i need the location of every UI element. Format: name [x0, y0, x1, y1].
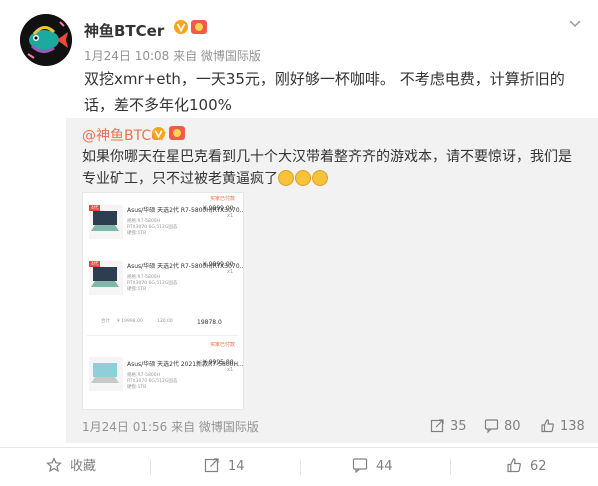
forward-button[interactable]: 14 — [204, 451, 245, 483]
laugh-cry-emoji-icon — [295, 170, 311, 186]
laugh-cry-emoji-icon — [278, 170, 294, 186]
share-icon — [204, 458, 219, 473]
subtotal-amount: ¥ 19998.00 — [117, 319, 143, 324]
order-subtotal: 合计 ¥ 19998.00 120.00 19878.0 — [87, 315, 239, 336]
repost-forward-count[interactable]: 35 — [430, 418, 467, 434]
order-screenshot-image[interactable]: 买家已付款 4代 Asus/华硕 天选2代 R7-5800H/RTX3070..… — [82, 192, 244, 410]
forward-count: 14 — [228, 459, 245, 474]
subtotal-qty: 120.00 — [157, 319, 173, 324]
star-icon — [46, 457, 62, 473]
order-item: 买家已付款 4代 Asus/华硕 天选2代 R7-5800H/RTX3070..… — [87, 195, 243, 247]
chevron-down-icon[interactable] — [568, 16, 582, 30]
product-tag: 4代 — [89, 261, 101, 267]
laptop-image — [89, 357, 123, 391]
spec-line: 硬盘:1TB — [127, 287, 147, 292]
avatar[interactable] — [20, 14, 72, 66]
action-separator — [150, 459, 151, 475]
repost-comment-count[interactable]: 80 — [484, 418, 521, 434]
share-icon — [430, 419, 444, 433]
item-qty: x1 — [227, 367, 234, 373]
subtotal-label: 合计 — [101, 319, 110, 324]
spec-line: 硬盘:1TB — [127, 231, 147, 236]
vip-medal-icon — [169, 126, 185, 140]
spec-line: 规格:R7-5800H — [127, 219, 160, 224]
thumbs-up-icon — [541, 419, 554, 433]
action-separator — [300, 459, 301, 475]
item-qty: x1 — [227, 269, 234, 275]
item-spec: 规格:R7-5800H RTX3070 6G,512G固态 硬盘:1TB — [127, 373, 177, 391]
verified-v-icon — [152, 127, 165, 140]
thumbs-up-icon — [507, 458, 521, 473]
laugh-cry-emoji-icon — [312, 170, 328, 186]
action-divider — [0, 447, 598, 448]
item-price: ¥ 9995.00 — [203, 359, 234, 366]
action-separator — [450, 459, 451, 475]
comment-icon — [484, 419, 499, 434]
like-count: 62 — [530, 459, 547, 474]
spec-line: 规格:R7-5800H — [127, 373, 160, 378]
comment-count: 44 — [376, 459, 393, 474]
post-text: 双挖xmr+eth，一天35元，刚好够一杯咖啡。 不考虑电费，计算折旧的话，差不… — [84, 70, 565, 114]
spec-line: RTX3070 6G,512G固态 — [127, 281, 178, 286]
post-meta: 1月24日 10:08 来自 微博国际版 — [84, 49, 261, 63]
forward-count: 35 — [450, 419, 467, 434]
like-button[interactable]: 62 — [506, 451, 547, 483]
comment-count: 80 — [504, 419, 521, 434]
favorite-label: 收藏 — [70, 459, 97, 474]
item-price: ¥ 9999.00 — [203, 261, 234, 268]
item-qty: x1 — [227, 213, 234, 219]
paid-status: 买家已付款 — [209, 342, 235, 348]
verified-v-icon — [174, 20, 188, 34]
like-count: 138 — [560, 419, 585, 434]
favorite-button[interactable]: 收藏 — [46, 451, 96, 483]
item-price: ¥ 9999.00 — [203, 205, 234, 212]
comment-button[interactable]: 44 — [352, 451, 393, 483]
repost-like-count[interactable]: 138 — [540, 418, 585, 434]
repost-meta: 1月24日 01:56 来自 微博国际版 — [82, 420, 259, 434]
spec-line: 硬盘:1TB — [127, 385, 147, 390]
item-spec: 规格:R7-5800H RTX3070 6G,512G固态 硬盘:1TB — [127, 219, 177, 237]
order-item: 4代 Asus/华硕 天选2代 R7-5800H/RTX3070... ¥ 99… — [87, 255, 243, 307]
spec-line: RTX3070 6G,512G固态 — [127, 225, 178, 230]
paid-status: 买家已付款 — [209, 196, 235, 202]
vip-medal-icon — [191, 20, 207, 34]
spec-line: 规格:R7-5800H — [127, 275, 160, 280]
comment-icon — [352, 458, 368, 474]
order-total: 19878.0 — [197, 319, 222, 326]
spec-line: RTX3070 6G,512G固态 — [127, 379, 178, 384]
item-spec: 规格:R7-5800H RTX3070 6G,512G固态 硬盘:1TB — [127, 275, 177, 293]
repost-text: 如果你哪天在星巴克看到几十个大汉带着整齐齐的游戏本，请不要惊讶，我们是专业矿工，… — [82, 146, 582, 190]
order-item: 买家已付款 Asus/华硕 天选2代 2021新款R7-5800H... ¥ 9… — [87, 341, 243, 407]
product-tag: 4代 — [89, 205, 101, 211]
author-name[interactable]: 神鱼BTCer — [84, 20, 164, 41]
